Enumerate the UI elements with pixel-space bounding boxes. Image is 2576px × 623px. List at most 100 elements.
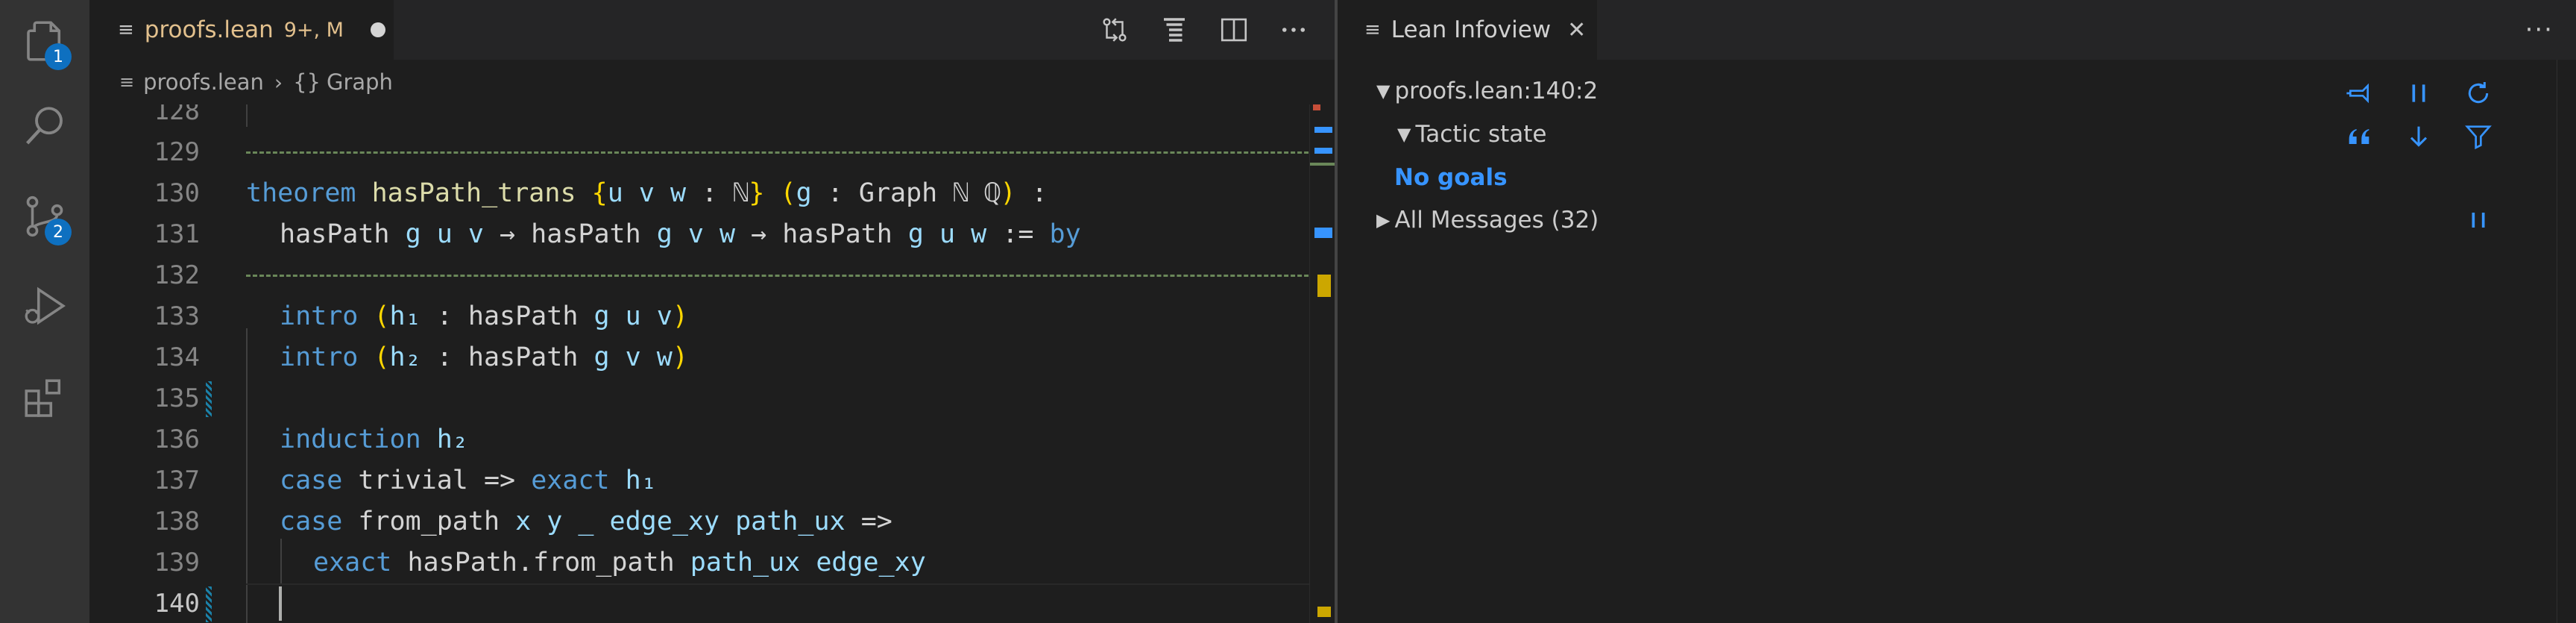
infoview-scrollbar[interactable] — [2557, 60, 2576, 623]
code-token: path_ux edge_xy — [690, 548, 926, 577]
code-text: intro (h₂ : hasPath g v w) — [280, 337, 688, 378]
line-number: 136 — [154, 425, 200, 454]
theorem-name: hasPath_trans — [371, 178, 576, 208]
code-line: 129 — [89, 132, 1335, 173]
unsaved-dot-icon[interactable] — [370, 22, 385, 37]
line-number: 140 — [154, 589, 200, 619]
line-number: 134 — [154, 342, 200, 372]
infoview-list-icon — [1164, 18, 1185, 42]
case-args: x y _ edge_xy path_ux — [515, 507, 845, 536]
keyword-theorem: theorem — [246, 178, 356, 208]
code-line: 134 intro (h₂ : hasPath g v w) — [89, 337, 1335, 378]
search-button[interactable] — [0, 86, 89, 168]
tab-proofs-lean[interactable]: ≡ proofs.lean 9+, M — [89, 0, 394, 60]
line-number: 138 — [154, 507, 200, 536]
breadcrumb-file[interactable]: proofs.lean — [143, 69, 264, 95]
pause-button[interactable] — [2402, 76, 2436, 110]
brace: { — [591, 178, 608, 208]
more-actions-button[interactable] — [1275, 11, 1312, 48]
keyword-intro: intro — [280, 301, 359, 331]
chevron-right-icon: › — [274, 69, 283, 95]
hyp-name: h₁ — [389, 301, 421, 331]
keyword-exact: exact — [531, 466, 610, 495]
line-number: 137 — [154, 466, 200, 495]
infoview-tab-bar: ≡ Lean Infoview ✕ ··· — [1338, 0, 2576, 60]
refresh-button[interactable] — [2461, 76, 2495, 110]
keyword-case: case — [280, 466, 343, 495]
line-number: 128 — [154, 104, 200, 126]
split-editor-button[interactable] — [1215, 11, 1253, 48]
run-debug-button[interactable] — [0, 265, 89, 347]
code-token: : hasPath — [421, 301, 594, 331]
more-icon[interactable]: ··· — [2525, 0, 2554, 60]
line-number: 139 — [154, 548, 200, 577]
pause-icon — [2412, 84, 2425, 102]
keyword-by: by — [1049, 219, 1081, 249]
breadcrumb-symbol[interactable]: Graph — [327, 69, 393, 95]
text-cursor — [279, 586, 282, 621]
location-header[interactable]: ▼ proofs.lean:140:2 — [1376, 76, 1598, 106]
code-line-current: 140 — [89, 583, 1335, 623]
keyword-intro: intro — [280, 342, 359, 372]
hyp-name: h₂ — [389, 342, 421, 372]
tab-filename: proofs.lean — [144, 16, 274, 43]
goals-status: No goals — [1394, 164, 1508, 191]
lean-infoview-panel: ≡ Lean Infoview ✕ ··· ▼ proofs.lean:140:… — [1338, 0, 2576, 623]
lean-file-icon: ≡ — [118, 19, 134, 41]
separator-line — [246, 151, 1329, 154]
triangle-right-icon: ▶ — [1376, 210, 1391, 231]
brace: } — [749, 178, 765, 208]
hyp-name: h₁ — [625, 466, 657, 495]
line-number: 135 — [154, 383, 200, 413]
keyword-case: case — [280, 507, 343, 536]
ruler-warning-mark — [1317, 275, 1331, 297]
function-name: hasPath.from_path — [407, 548, 675, 577]
ruler-info-mark — [1314, 228, 1332, 238]
case-name: from_path — [358, 507, 500, 536]
tactic-state-label: Tactic state — [1415, 121, 1547, 148]
arrow-down-icon — [2410, 126, 2428, 147]
extensions-button[interactable] — [0, 358, 89, 440]
gutter-modified-marker[interactable] — [206, 381, 212, 417]
pin-button[interactable] — [2342, 76, 2376, 110]
go-to-position-button[interactable] — [2402, 119, 2436, 154]
filter-button[interactable] — [2461, 119, 2495, 154]
current-line-highlight — [246, 583, 1323, 623]
compare-changes-button[interactable] — [1096, 11, 1133, 48]
line-number: 131 — [154, 219, 200, 249]
code-token: g u v — [593, 301, 673, 331]
code-area[interactable]: 128 129 130 theorem hasPath_trans {u v w… — [89, 104, 1335, 623]
gutter-modified-marker[interactable] — [206, 586, 212, 622]
split-editor-icon — [1221, 18, 1247, 42]
overview-ruler[interactable] — [1309, 104, 1335, 623]
toggle-infoview-button[interactable] — [1156, 11, 1193, 48]
tab-lean-infoview[interactable]: ≡ Lean Infoview ✕ — [1338, 0, 1597, 60]
code-line: 137 case trivial => exact h₁ — [89, 460, 1335, 501]
source-control-button[interactable]: 2 — [0, 175, 89, 257]
code-text: case from_path x y _ edge_xy path_ux => — [280, 501, 892, 542]
line-number: 132 — [154, 260, 200, 290]
paren: ( — [374, 301, 390, 331]
file-lines-icon: ≡ — [119, 72, 135, 93]
close-icon[interactable]: ✕ — [1567, 17, 1586, 43]
paren: ( — [374, 342, 390, 372]
ruler-warning-mark — [1317, 607, 1331, 617]
location-label: proofs.lean:140:2 — [1394, 78, 1599, 104]
explorer-button[interactable]: 1 — [0, 0, 89, 82]
explorer-badge: 1 — [45, 43, 72, 70]
bound-vars: u v w — [607, 178, 687, 208]
paren: ) — [672, 342, 688, 372]
code-line: 136 induction h₂ — [89, 419, 1335, 460]
copy-to-comment-button[interactable] — [2342, 119, 2376, 154]
pause-messages-button[interactable] — [2461, 203, 2495, 237]
all-messages-header[interactable]: ▶ All Messages (32) — [1376, 205, 1599, 235]
hyp-name: h₂ — [436, 425, 468, 454]
colon: : — [1015, 178, 1048, 208]
line-number: 130 — [154, 178, 200, 208]
code-token: : hasPath — [421, 342, 594, 372]
namespace-icon: {} — [293, 69, 321, 95]
paren: ( — [780, 178, 796, 208]
code-line: 128 — [89, 104, 1335, 132]
tactic-state-header[interactable]: ▼ Tactic state — [1397, 119, 1547, 149]
triangle-down-icon: ▼ — [1376, 81, 1391, 101]
